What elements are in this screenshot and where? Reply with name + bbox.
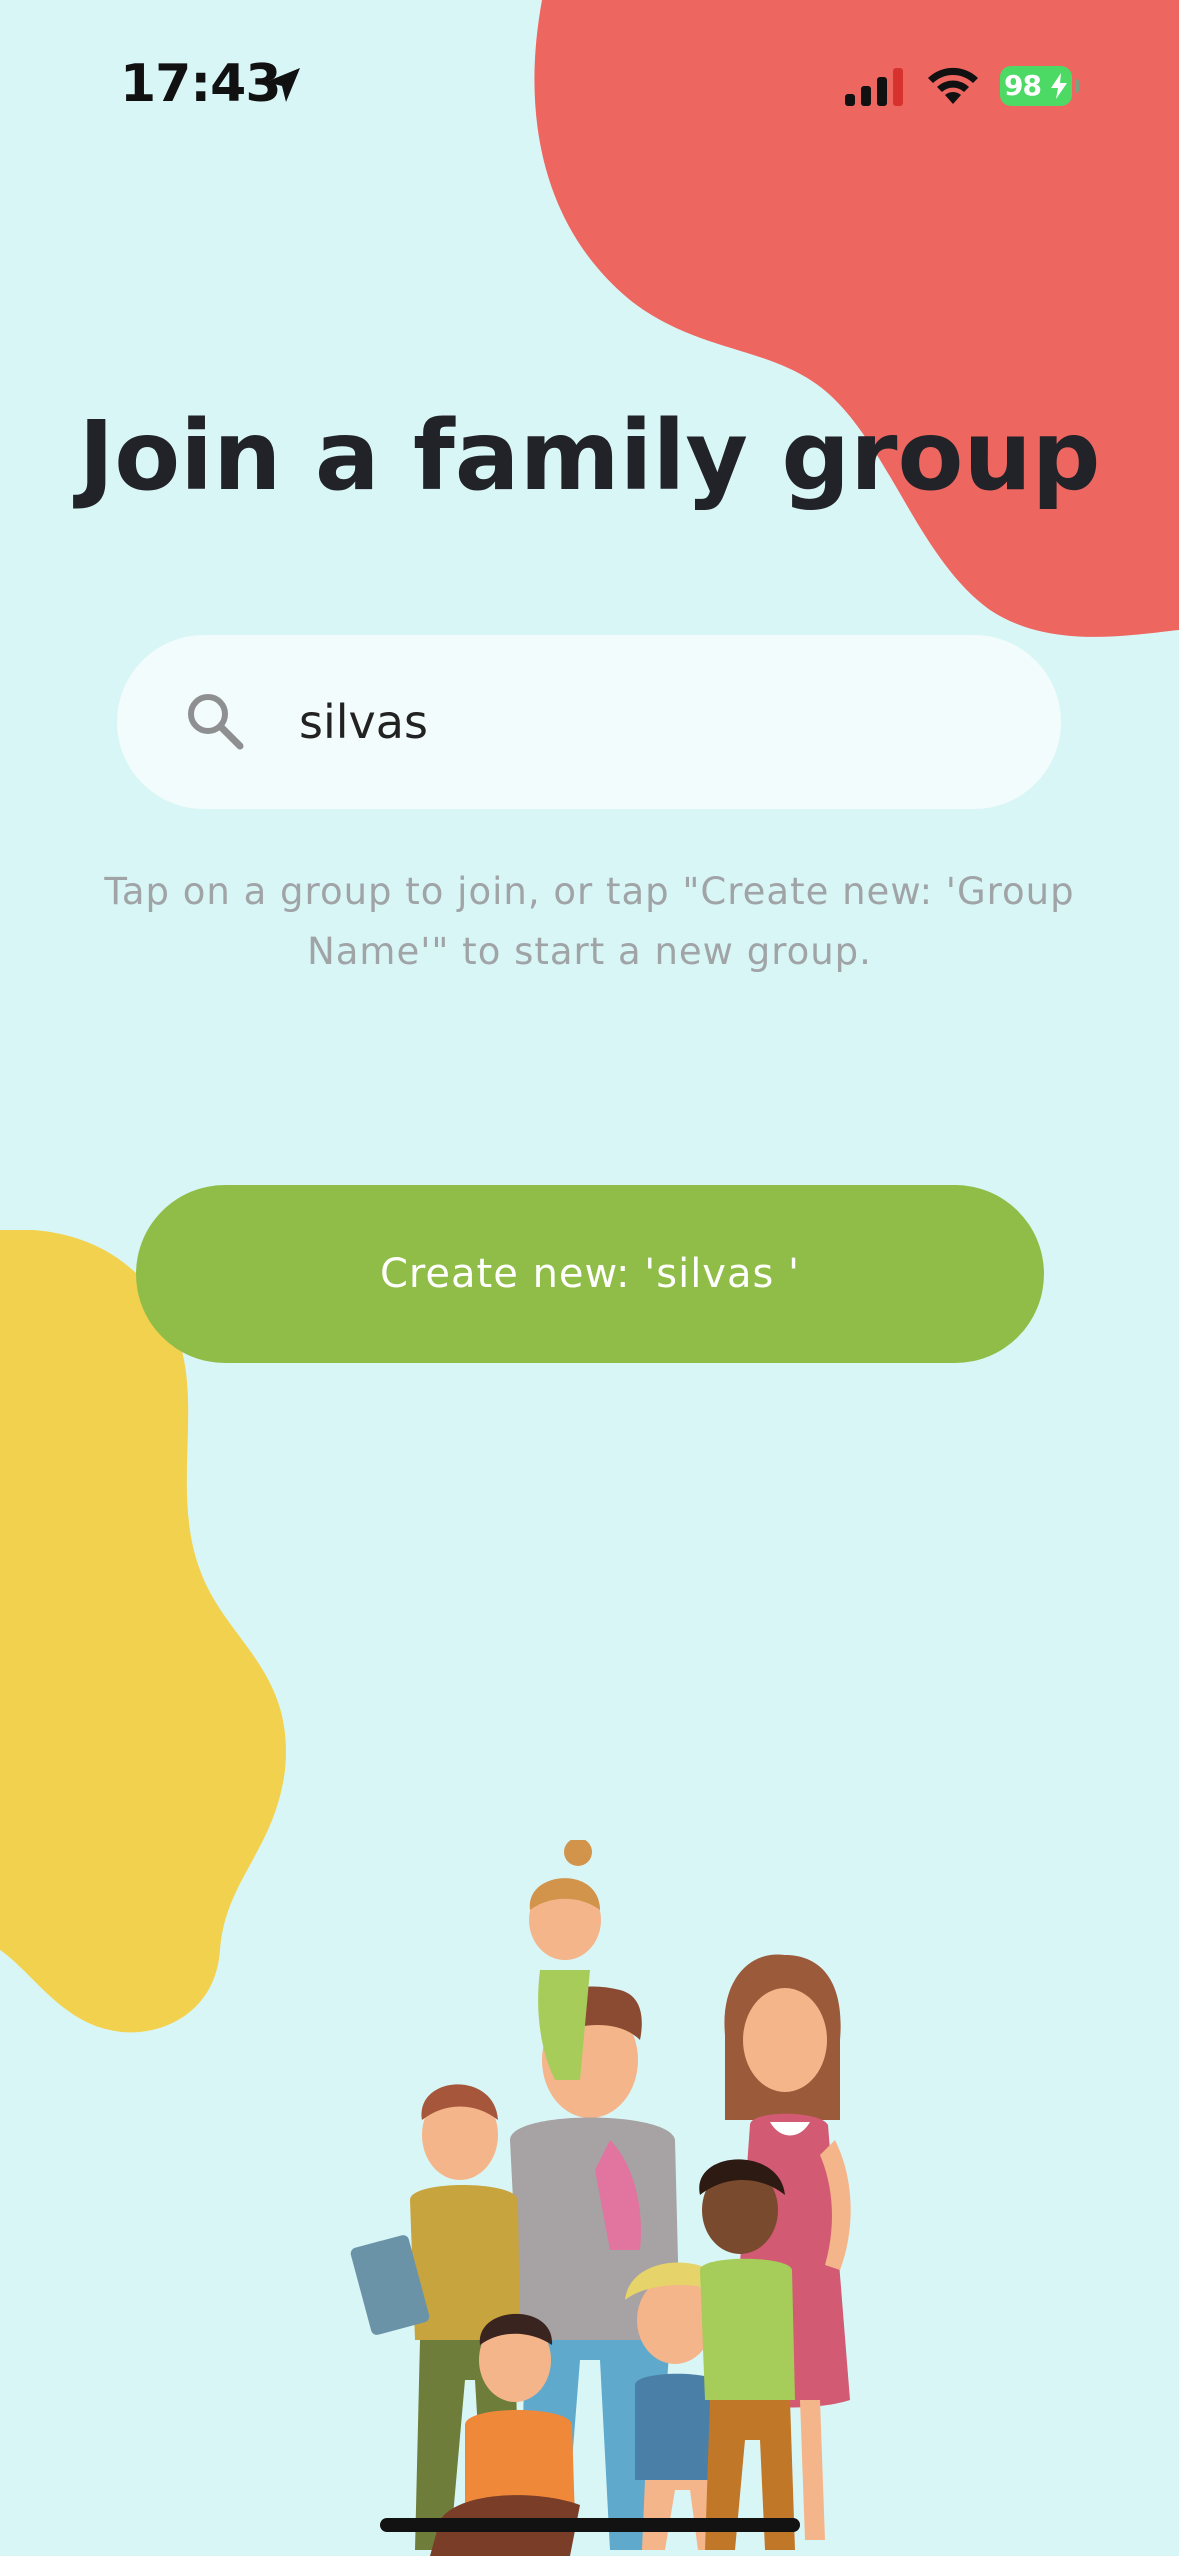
create-new-group-button[interactable]: Create new: 'silvas ': [136, 1185, 1044, 1363]
group-search-field[interactable]: [117, 635, 1061, 809]
battery-charging-icon: 98: [1000, 66, 1079, 106]
search-icon: [188, 694, 244, 750]
wifi-icon: [928, 67, 978, 104]
battery-percentage: 98: [1004, 69, 1042, 102]
search-input[interactable]: [299, 680, 999, 764]
family-group-illustration: [350, 1840, 851, 2556]
status-time: 17:43: [120, 54, 282, 114]
location-arrow-icon: [266, 68, 300, 102]
create-new-group-label: Create new: 'silvas ': [379, 1251, 801, 1297]
home-indicator[interactable]: [380, 2518, 800, 2532]
charging-bolt-icon: [1051, 73, 1067, 99]
instruction-text: Tap on a group to join, or tap "Create n…: [104, 870, 1075, 973]
page-title: Join a family group: [78, 400, 1101, 512]
cellular-signal-icon: [845, 68, 903, 106]
status-bar: 17:43 98: [0, 0, 1179, 170]
